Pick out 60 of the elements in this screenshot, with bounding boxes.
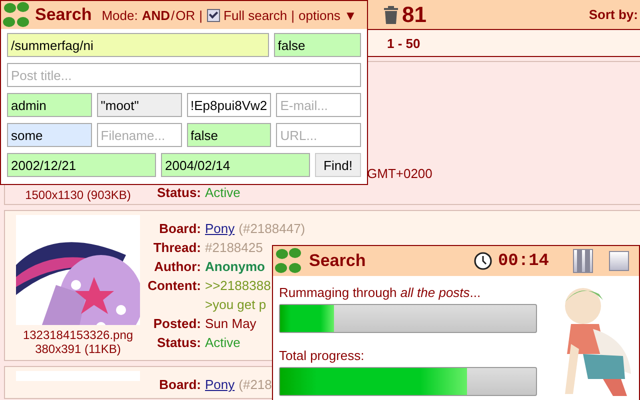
divider-text: | bbox=[291, 8, 294, 22]
divider-text: | bbox=[199, 8, 203, 22]
full-search-checkbox[interactable] bbox=[206, 8, 220, 22]
search-field[interactable]: E-mail... bbox=[276, 93, 361, 117]
panel-title: Search bbox=[35, 5, 92, 25]
field-label: Board: bbox=[158, 221, 201, 236]
search-field[interactable]: "moot" bbox=[96, 93, 182, 117]
timer: 00:14 bbox=[498, 252, 549, 270]
search-field[interactable]: Post title... bbox=[7, 63, 361, 87]
progress-label: Total progress: bbox=[279, 347, 366, 365]
page-range[interactable]: 1 - 50 bbox=[387, 36, 420, 50]
stop-button[interactable] bbox=[609, 251, 629, 271]
field-label: Author: bbox=[153, 259, 201, 274]
mode-option[interactable]: AND bbox=[142, 8, 170, 22]
board-link[interactable]: Pony bbox=[205, 221, 235, 236]
search-field[interactable]: Filename... bbox=[96, 123, 182, 147]
find-button[interactable]: Find! bbox=[315, 153, 361, 177]
file-name: 1323184153326.png bbox=[22, 328, 134, 342]
full-search-label[interactable]: Full search bbox=[224, 8, 288, 22]
mode-separator: / bbox=[171, 8, 175, 22]
panel-title: Search bbox=[309, 251, 366, 271]
field-value: Sun May bbox=[205, 316, 256, 331]
field-value: (#2188447) bbox=[238, 221, 306, 236]
pause-button[interactable] bbox=[573, 249, 593, 273]
field-label: Content: bbox=[146, 278, 201, 293]
field-value: Anonymo bbox=[205, 259, 265, 274]
field-value: #2188425 bbox=[205, 240, 263, 255]
search-field[interactable]: !Ep8pui8Vw2 bbox=[186, 93, 272, 117]
search-field[interactable]: admin bbox=[7, 93, 92, 117]
board-link[interactable]: Pony bbox=[205, 377, 235, 392]
result-count: 81 bbox=[402, 2, 426, 28]
mode-option[interactable]: OR bbox=[176, 8, 196, 22]
field-label: Board: bbox=[158, 377, 201, 392]
file-dimensions: 380x391 (11KB) bbox=[35, 342, 121, 356]
trash-icon[interactable] bbox=[384, 6, 398, 24]
mode-label: Mode: bbox=[102, 8, 138, 22]
search-field[interactable]: URL... bbox=[276, 123, 361, 147]
clover-icon bbox=[273, 247, 303, 275]
clock-icon bbox=[474, 252, 492, 270]
field-value: Active bbox=[205, 335, 240, 350]
progress-label: Rummaging through all the posts... bbox=[279, 284, 482, 302]
field-value: (#218 bbox=[238, 377, 272, 392]
search-field[interactable]: false bbox=[274, 33, 361, 57]
search-field[interactable]: some bbox=[7, 123, 92, 147]
field-label: Status: bbox=[156, 185, 201, 200]
file-dimensions: 1500x1130 (903KB) bbox=[25, 188, 131, 202]
date-field[interactable]: 2004/02/14 bbox=[161, 153, 310, 177]
sort-label: Sort by: bbox=[588, 7, 638, 22]
search-field[interactable]: false bbox=[186, 123, 272, 147]
options-link[interactable]: options ▼ bbox=[298, 8, 357, 22]
date-field[interactable]: 2002/12/21 bbox=[7, 153, 156, 177]
field-value: GMT+0200 bbox=[367, 166, 432, 181]
field-label: Posted: bbox=[152, 316, 201, 331]
field-value: >you get p bbox=[205, 297, 266, 312]
field-value: >>2188388 bbox=[205, 278, 271, 293]
search-field[interactable]: /summerfag/ni bbox=[7, 33, 269, 57]
field-label: Thread: bbox=[152, 240, 201, 255]
field-label: Status: bbox=[156, 335, 201, 350]
clover-icon bbox=[1, 1, 31, 29]
field-value: Active bbox=[205, 185, 240, 200]
